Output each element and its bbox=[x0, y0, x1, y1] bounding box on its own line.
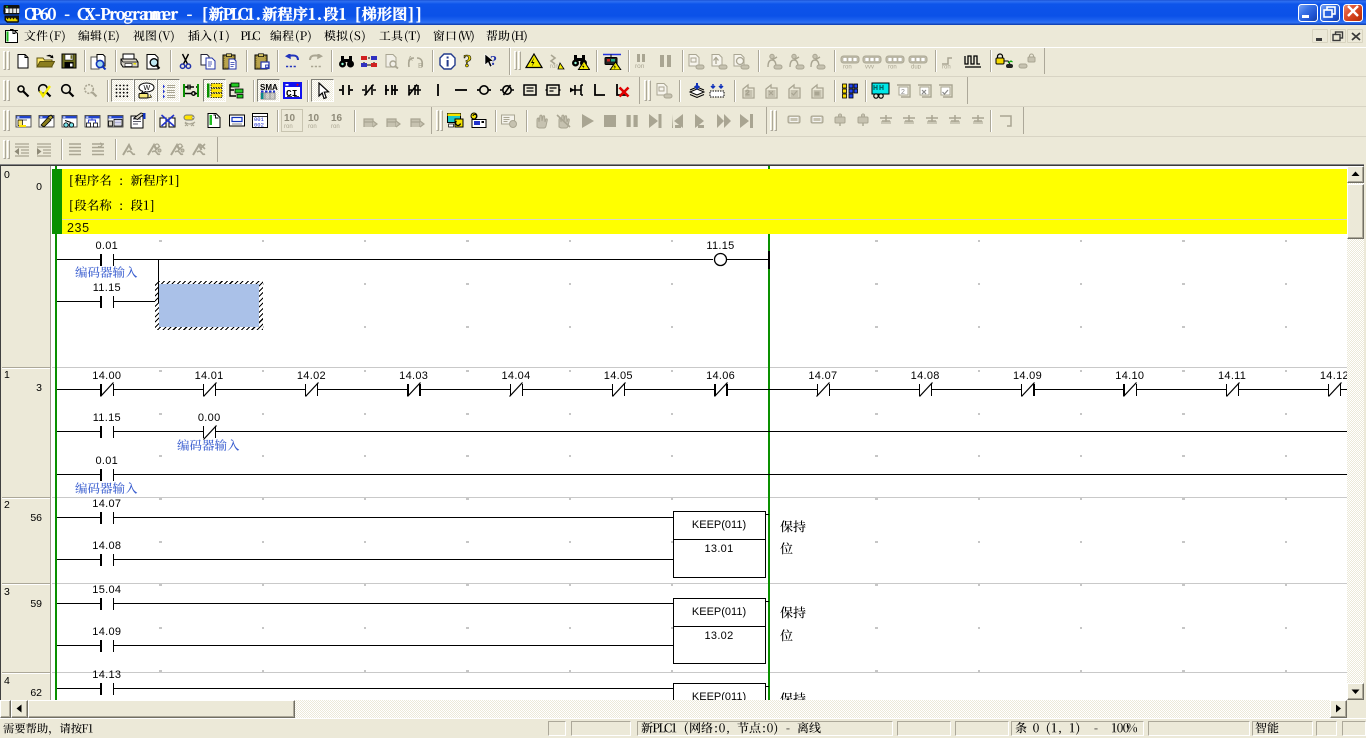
svg-text:ron: ron bbox=[888, 64, 897, 69]
svg-text:002: 002 bbox=[254, 122, 264, 129]
svg-text:ron: ron bbox=[635, 63, 645, 69]
svg-text:A: A bbox=[408, 56, 413, 63]
svg-text:vvv: vvv bbox=[865, 64, 874, 69]
svg-text:ron: ron bbox=[942, 64, 951, 69]
svg-text:W: W bbox=[143, 85, 150, 92]
svg-text:ron: ron bbox=[308, 124, 317, 129]
svg-text:B: B bbox=[418, 63, 423, 69]
svg-text:CI: CI bbox=[286, 88, 297, 99]
svg-text:2: 2 bbox=[745, 90, 749, 97]
svg-text:ron: ron bbox=[331, 124, 340, 129]
svg-text:ron: ron bbox=[284, 124, 293, 129]
svg-text:16: 16 bbox=[331, 113, 343, 124]
svg-text:10: 10 bbox=[284, 113, 296, 124]
svg-text:dup: dup bbox=[911, 64, 922, 69]
svg-text:ron: ron bbox=[843, 64, 852, 69]
svg-text:ron: ron bbox=[550, 64, 559, 70]
svg-text:?: ? bbox=[463, 52, 472, 70]
svg-text:2: 2 bbox=[901, 89, 905, 96]
svg-text:10: 10 bbox=[308, 113, 320, 124]
